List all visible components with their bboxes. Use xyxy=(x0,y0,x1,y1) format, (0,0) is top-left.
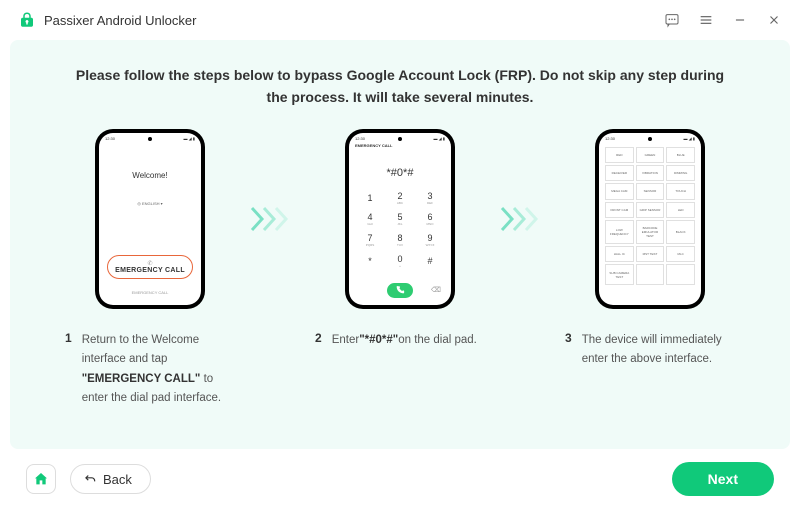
titlebar: Passixer Android Unlocker xyxy=(0,0,800,40)
keypad-key: 9WXYZ xyxy=(417,231,443,250)
step-3-text: 3 The device will immediately enter the … xyxy=(555,331,745,370)
test-cell: RECEIVER xyxy=(605,165,634,181)
keypad-key: 2ABC xyxy=(387,189,413,208)
feedback-icon[interactable] xyxy=(664,12,680,28)
test-cell: LED xyxy=(666,202,695,218)
step-1-desc: Return to the Welcome interface and tap … xyxy=(82,331,235,409)
test-cell: GREEN xyxy=(636,147,665,163)
test-cell: BLACK xyxy=(666,220,695,244)
phone2-title: EMERGENCY CALL xyxy=(355,143,392,148)
step-1: 12:30▬ ◢ ▮ Welcome! ◎ ENGLISH ▾ ✆ EMERGE… xyxy=(55,129,245,409)
test-cell: MST TEST xyxy=(636,246,665,262)
back-icon xyxy=(83,472,97,486)
step-3-num: 3 xyxy=(565,331,572,370)
home-icon xyxy=(33,471,49,487)
test-cell: HALL IC xyxy=(605,246,634,262)
step-1-text: 1 Return to the Welcome interface and ta… xyxy=(55,331,245,409)
step-2-text: 2 Enter"*#0*#"on the dial pad. xyxy=(305,331,495,351)
step-1-num: 1 xyxy=(65,331,72,409)
phone-icon: ✆ xyxy=(147,260,152,267)
emergency-text: EMERGENCY CALL xyxy=(115,267,185,274)
backspace-icon: ⌫ xyxy=(431,286,443,294)
arrow-1 xyxy=(245,129,305,309)
keypad-key: 0+ xyxy=(387,252,413,271)
instructions-heading: Please follow the steps below to bypass … xyxy=(40,64,760,109)
close-icon[interactable] xyxy=(766,12,782,28)
emergency-call-bubble: ✆ EMERGENCY CALL xyxy=(107,255,193,279)
test-cell: LOW FREQUENCY xyxy=(605,220,634,244)
step-3-desc: The device will immediately enter the ab… xyxy=(582,331,735,370)
menu-icon[interactable] xyxy=(698,12,714,28)
test-cell: RED xyxy=(605,147,634,163)
test-cell: BARCODE EMULATOR TEST xyxy=(636,220,665,244)
phone-mock-1: 12:30▬ ◢ ▮ Welcome! ◎ ENGLISH ▾ ✆ EMERGE… xyxy=(95,129,205,309)
step-3: 12:30▬ ◢ ▮ REDGREENBLUERECEIVERVIBRATION… xyxy=(555,129,745,370)
test-cell: FRONT CAM xyxy=(605,202,634,218)
keypad-key: 8TUV xyxy=(387,231,413,250)
app-title: Passixer Android Unlocker xyxy=(44,13,196,28)
arrow-2 xyxy=(495,129,555,309)
steps-row: 12:30▬ ◢ ▮ Welcome! ◎ ENGLISH ▾ ✆ EMERGE… xyxy=(40,129,760,409)
keypad-key: * xyxy=(357,252,383,271)
keypad-key: 7PQRS xyxy=(357,231,383,250)
step-2: 12:30▬ ◢ ▮ EMERGENCY CALL *#0*# 12ABC3DE… xyxy=(305,129,495,351)
footer-left: Back xyxy=(26,464,151,494)
minimize-icon[interactable] xyxy=(732,12,748,28)
call-button-icon xyxy=(387,283,413,298)
title-left: Passixer Android Unlocker xyxy=(18,11,196,29)
phone1-welcome: Welcome! xyxy=(99,171,201,180)
test-cell: MLC xyxy=(666,246,695,262)
keypad-key: # xyxy=(417,252,443,271)
keypad-key: 6MNO xyxy=(417,210,443,229)
phone-mock-2: 12:30▬ ◢ ▮ EMERGENCY CALL *#0*# 12ABC3DE… xyxy=(345,129,455,309)
test-cell: SUB CAMERA TEST xyxy=(605,264,634,284)
keypad-key: 1 xyxy=(357,189,383,208)
phone3-grid: REDGREENBLUE RECEIVERVIBRATIONDIMMING MEGA… xyxy=(605,147,695,285)
back-button[interactable]: Back xyxy=(70,464,151,494)
test-cell: BLUE xyxy=(666,147,695,163)
phone2-display: *#0*# xyxy=(349,167,451,179)
back-label: Back xyxy=(103,472,132,487)
next-button[interactable]: Next xyxy=(672,462,774,496)
content-panel: Please follow the steps below to bypass … xyxy=(10,40,790,449)
test-cell xyxy=(666,264,695,284)
keypad-key: 5JKL xyxy=(387,210,413,229)
home-button[interactable] xyxy=(26,464,56,494)
test-cell: DIMMING xyxy=(666,165,695,181)
phone-mock-3: 12:30▬ ◢ ▮ REDGREENBLUERECEIVERVIBRATION… xyxy=(595,129,705,309)
phone1-lang: ◎ ENGLISH ▾ xyxy=(99,201,201,206)
test-cell xyxy=(636,264,665,284)
test-cell: TOUCH xyxy=(666,183,695,199)
phone2-keypad: 12ABC3DEF 4GHI5JKL6MNO 7PQRS8TUV9WXYZ *0+# xyxy=(357,189,443,271)
test-cell: SENSOR xyxy=(636,183,665,199)
step-2-num: 2 xyxy=(315,331,322,351)
keypad-key: 3DEF xyxy=(417,189,443,208)
test-cell: VIBRATION xyxy=(636,165,665,181)
title-controls xyxy=(664,12,782,28)
phone1-emerg-small: EMERGENCY CALL xyxy=(99,290,201,295)
test-cell: GRIP SENSOR xyxy=(636,202,665,218)
keypad-key: 4GHI xyxy=(357,210,383,229)
test-cell: MEGA CAM xyxy=(605,183,634,199)
app-logo-icon xyxy=(18,11,36,29)
step-2-desc: Enter"*#0*#"on the dial pad. xyxy=(332,331,477,351)
footer: Back Next xyxy=(0,449,800,509)
